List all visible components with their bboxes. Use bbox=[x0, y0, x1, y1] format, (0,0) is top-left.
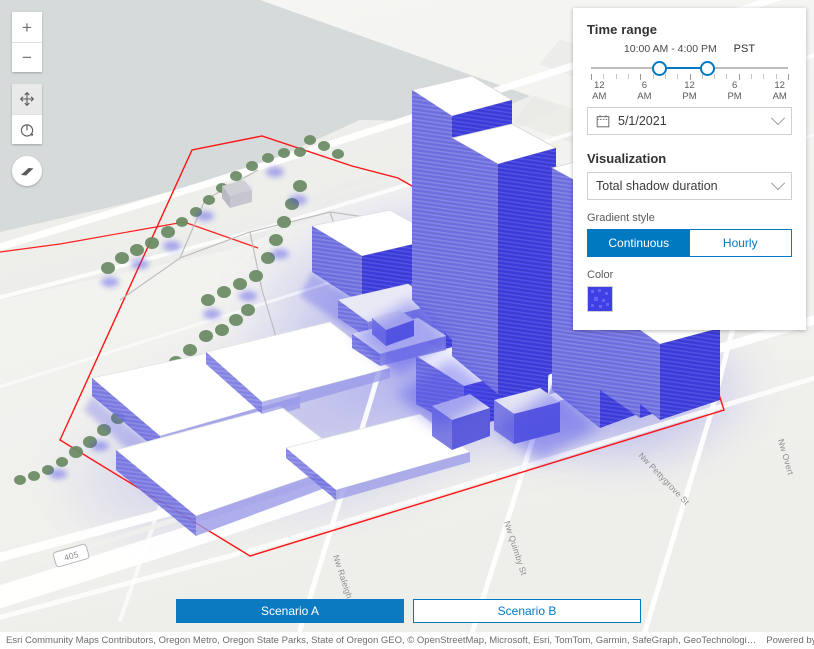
rotate-button[interactable] bbox=[12, 114, 42, 144]
calendar-icon bbox=[596, 114, 610, 128]
tick-bottom: PM bbox=[682, 90, 697, 102]
date-value: 5/1/2021 bbox=[618, 114, 667, 128]
time-range-value: 10:00 AM - 4:00 PM bbox=[623, 43, 717, 55]
slider-tick-labels: 12 AM 6 AM 12 PM 6 PM 12 AM bbox=[587, 80, 792, 103]
chevron-down-icon bbox=[770, 111, 786, 126]
compass-icon bbox=[20, 123, 34, 137]
color-label: Color bbox=[587, 269, 614, 281]
date-select[interactable]: 5/1/2021 bbox=[587, 107, 792, 135]
scenario-a-button[interactable]: Scenario A bbox=[176, 599, 404, 623]
building-tower-2 bbox=[450, 123, 558, 394]
shadow-settings-panel: Time range 10:00 AM - 4:00 PM PST 12 AM 6… bbox=[573, 8, 806, 330]
tick-bottom: AM bbox=[637, 90, 652, 102]
scene-viewer-app: 405 Nw Raleigh St Nw Quimby St Nw Pettyg… bbox=[0, 0, 814, 649]
timezone-label: PST bbox=[733, 43, 756, 55]
color-swatch-fill bbox=[588, 287, 612, 311]
minus-icon: − bbox=[22, 48, 32, 67]
visualization-select[interactable]: Total shadow duration bbox=[587, 172, 792, 200]
zoom-control-group: + − bbox=[12, 12, 42, 72]
map-attribution: Esri Community Maps Contributors, Oregon… bbox=[0, 632, 814, 649]
gradient-style-toggle: Continuous Hourly bbox=[587, 229, 792, 257]
attribution-text[interactable]: Esri Community Maps Contributors, Oregon… bbox=[6, 635, 756, 646]
gradient-style-label: Gradient style bbox=[587, 212, 655, 224]
chevron-down-icon bbox=[770, 176, 786, 191]
scenario-b-button[interactable]: Scenario B bbox=[413, 599, 641, 623]
slider-handle-end[interactable] bbox=[699, 61, 715, 76]
tick-bottom: AM bbox=[772, 90, 787, 102]
measure-icon bbox=[20, 167, 33, 175]
plus-icon: + bbox=[22, 17, 32, 37]
measure-button[interactable] bbox=[12, 156, 42, 186]
powered-by-esri: Powered by Esri bbox=[766, 635, 814, 646]
time-range-title: Time range bbox=[587, 22, 658, 37]
pan-button[interactable] bbox=[12, 84, 42, 114]
gradient-option-continuous[interactable]: Continuous bbox=[588, 230, 690, 256]
pan-icon bbox=[20, 92, 34, 106]
visualization-title: Visualization bbox=[587, 151, 667, 166]
time-range-slider[interactable]: 12 AM 6 AM 12 PM 6 PM 12 AM bbox=[587, 57, 792, 103]
tick-bottom: PM bbox=[727, 90, 742, 102]
time-range-readout: 10:00 AM - 4:00 PM PST bbox=[587, 43, 792, 55]
map-toolbar: + − bbox=[12, 12, 42, 186]
visualization-value: Total shadow duration bbox=[596, 179, 718, 193]
navigation-control-group bbox=[12, 84, 42, 144]
slider-handle-start[interactable] bbox=[651, 61, 667, 76]
scenario-switcher: Scenario A Scenario B bbox=[176, 599, 641, 623]
tick-bottom: AM bbox=[592, 90, 607, 102]
zoom-in-button[interactable]: + bbox=[12, 12, 42, 42]
zoom-out-button[interactable]: − bbox=[12, 42, 42, 72]
color-swatch-button[interactable] bbox=[587, 286, 613, 312]
gradient-option-hourly[interactable]: Hourly bbox=[689, 230, 791, 256]
